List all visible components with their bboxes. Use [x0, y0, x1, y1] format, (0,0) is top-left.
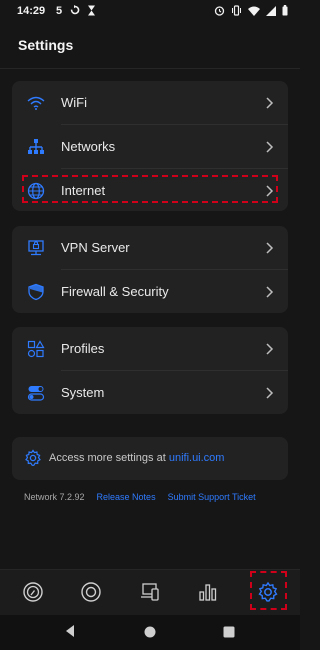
wifi-icon: [26, 93, 46, 113]
status-bar: 14:29 5: [0, 0, 300, 24]
chevron-right-icon: [264, 285, 274, 299]
unifi-link[interactable]: unifi.ui.com: [169, 452, 225, 464]
settings-row-profiles[interactable]: Profiles: [12, 327, 288, 370]
settings-row-wifi[interactable]: WiFi: [12, 81, 288, 124]
vibrate-icon: [231, 5, 242, 19]
support-ticket-link[interactable]: Submit Support Ticket: [168, 492, 256, 502]
dashboard-tab[interactable]: [21, 580, 45, 604]
target-icon: [81, 582, 101, 602]
home-circle-icon: [144, 626, 156, 638]
recents-button[interactable]: [223, 625, 235, 643]
back-triangle-icon: [66, 625, 74, 637]
settings-row-vpn-server[interactable]: VPN Server: [12, 226, 288, 269]
settings-row-label: Profiles: [61, 341, 105, 356]
settings-row-label: WiFi: [61, 95, 87, 110]
settings-row-label: VPN Server: [61, 240, 130, 255]
stats-tab[interactable]: [196, 580, 220, 604]
gear-icon: [24, 449, 42, 472]
dashboard-icon: [23, 582, 43, 602]
settings-row-firewall-security[interactable]: Firewall & Security: [12, 270, 288, 313]
signal-icon: [266, 5, 276, 19]
devices-tab[interactable]: [138, 580, 162, 604]
settings-group-system: Profiles System: [12, 327, 288, 414]
settings-row-label: System: [61, 385, 105, 400]
settings-row-system[interactable]: System: [12, 371, 288, 414]
wifi-icon: [248, 6, 260, 19]
system-toggle-icon: [26, 383, 46, 403]
home-button[interactable]: [144, 625, 156, 643]
settings-row-label: Networks: [61, 139, 116, 154]
bar-chart-icon: [199, 584, 217, 601]
alarm-icon: [214, 5, 225, 19]
internet-row-highlight: [22, 175, 278, 203]
notification-count: 5: [56, 5, 63, 17]
shield-icon: [26, 282, 46, 302]
access-text: Access more settings at: [49, 452, 169, 464]
back-button[interactable]: [64, 624, 76, 643]
access-more-settings[interactable]: Access more settings at unifi.ui.com: [12, 437, 288, 480]
battery-icon: [282, 5, 288, 19]
system-nav-bar: [0, 615, 300, 650]
chevron-right-icon: [264, 241, 274, 255]
header-divider: [0, 68, 300, 69]
recents-square-icon: [223, 626, 235, 638]
settings-row-label: Firewall & Security: [61, 284, 169, 299]
vpn-icon: [26, 238, 46, 258]
footer: Network 7.2.92 Release Notes Submit Supp…: [24, 492, 256, 502]
network-tree-icon: [26, 137, 46, 157]
chevron-right-icon: [264, 386, 274, 400]
chevron-right-icon: [264, 140, 274, 154]
devices-icon: [141, 583, 159, 601]
topology-tab[interactable]: [79, 580, 103, 604]
sync-icon: [70, 5, 80, 19]
chevron-right-icon: [264, 342, 274, 356]
profiles-icon: [26, 339, 46, 359]
settings-tab-highlight: [250, 571, 287, 610]
status-time: 14:29: [17, 5, 46, 17]
settings-row-networks[interactable]: Networks: [12, 125, 288, 168]
hourglass-icon: [87, 5, 96, 19]
version-label: Network 7.2.92: [24, 492, 85, 502]
chevron-right-icon: [264, 96, 274, 110]
page-title: Settings: [18, 37, 74, 53]
settings-group-security: VPN Server Firewall & Security: [12, 226, 288, 313]
release-notes-link[interactable]: Release Notes: [97, 492, 156, 502]
